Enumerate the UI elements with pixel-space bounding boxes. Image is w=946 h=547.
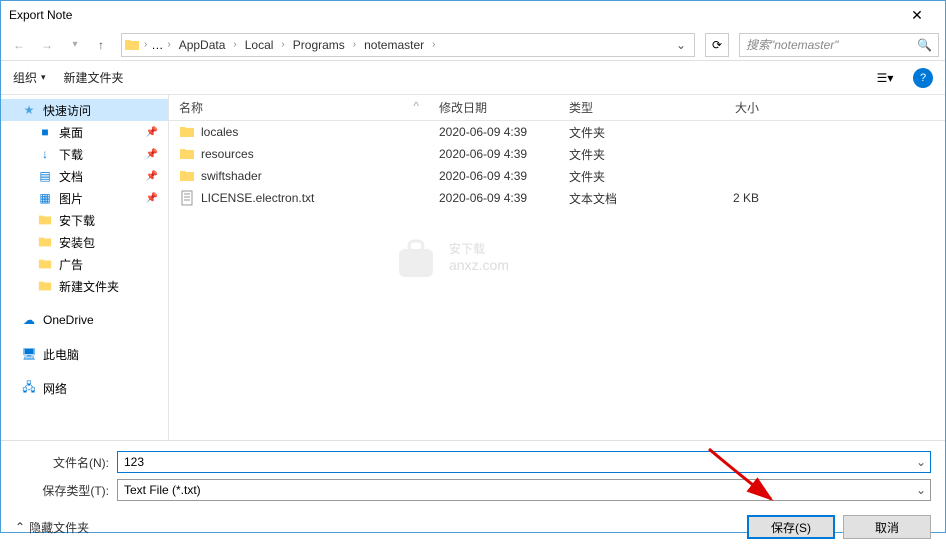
refresh-button[interactable]: ⟳ [705,33,729,57]
file-type: 文本文档 [559,190,669,207]
breadcrumb-ellipsis[interactable]: … [151,38,163,52]
file-name: swiftshader [201,169,262,183]
column-headers: 名称 ^ 修改日期 类型 大小 [169,95,945,121]
filetype-label: 保存类型(T): [15,482,117,499]
help-button[interactable]: ? [913,68,933,88]
folder-icon [124,37,140,53]
sidebar-thispc[interactable]: 🖥此电脑 [1,343,168,365]
column-date[interactable]: 修改日期 [429,99,559,116]
search-input[interactable]: 搜索"notemaster" 🔍 [739,33,939,57]
column-size[interactable]: 大小 [669,99,769,116]
pin-icon: 📌 [146,193,158,204]
sidebar: ★ 快速访问 ■桌面📌 ↓下载📌 ▤文档📌 ▦图片📌 安下载 安装包 广告 新建… [1,95,169,440]
file-type: 文件夹 [559,124,669,141]
network-icon: 🖧 [21,380,37,396]
save-button[interactable]: 保存(S) [747,515,835,539]
folder-icon [179,124,195,140]
chevron-down-icon[interactable]: ⌄ [916,455,926,469]
star-icon: ★ [21,102,37,118]
download-icon: ↓ [37,146,53,162]
breadcrumb-segment[interactable]: AppData [175,38,230,52]
file-row[interactable]: locales 2020-06-09 4:39文件夹 [169,121,945,143]
sidebar-item-pictures[interactable]: ▦图片📌 [1,187,168,209]
breadcrumb-segment[interactable]: notemaster [360,38,428,52]
chevron-right-icon: › [281,39,284,50]
pin-icon: 📌 [146,149,158,160]
document-icon: ▤ [37,168,53,184]
main-area: ★ 快速访问 ■桌面📌 ↓下载📌 ▤文档📌 ▦图片📌 安下载 安装包 广告 新建… [1,95,945,440]
folder-icon [179,168,195,184]
chevron-right-icon: › [167,39,170,50]
sidebar-onedrive[interactable]: ☁OneDrive [1,309,168,331]
up-button[interactable]: ↑ [91,35,111,55]
folder-icon [37,234,53,250]
chevron-right-icon: › [233,39,236,50]
file-name: locales [201,125,238,139]
column-type[interactable]: 类型 [559,99,669,116]
chevron-right-icon: › [353,39,356,50]
window-title: Export Note [9,8,897,22]
file-row[interactable]: resources 2020-06-09 4:39文件夹 [169,143,945,165]
chevron-up-icon: ⌃ [15,520,25,534]
filename-label: 文件名(N): [15,454,117,471]
file-date: 2020-06-09 4:39 [429,147,559,161]
sidebar-item-folder[interactable]: 安下载 [1,209,168,231]
picture-icon: ▦ [37,190,53,206]
search-icon[interactable]: 🔍 [917,38,932,52]
pin-icon: 📌 [146,171,158,182]
file-row[interactable]: LICENSE.electron.txt 2020-06-09 4:39文本文档2… [169,187,945,209]
chevron-down-icon[interactable]: ⌄ [916,483,926,497]
view-options-button[interactable]: ☰▾ [875,68,895,88]
file-date: 2020-06-09 4:39 [429,191,559,205]
chevron-right-icon: › [144,39,147,50]
file-name: resources [201,147,254,161]
cancel-button[interactable]: 取消 [843,515,931,539]
filetype-select[interactable]: Text File (*.txt)⌄ [117,479,931,501]
forward-button[interactable]: → [35,33,59,57]
organize-button[interactable]: 组织 ▾ [13,69,46,86]
cloud-icon: ☁ [21,312,37,328]
toolbar: 组织 ▾ 新建文件夹 ☰▾ ? [1,61,945,95]
chevron-right-icon: › [432,39,435,50]
sidebar-item-downloads[interactable]: ↓下载📌 [1,143,168,165]
file-date: 2020-06-09 4:39 [429,125,559,139]
column-name[interactable]: 名称 ^ [169,99,429,116]
folder-icon [37,278,53,294]
navbar: ← → ▾ ↑ › … › AppData › Local › Programs… [1,29,945,61]
sidebar-item-folder[interactable]: 新建文件夹 [1,275,168,297]
back-button[interactable]: ← [7,33,31,57]
file-name: LICENSE.electron.txt [201,191,314,205]
titlebar: Export Note ✕ [1,1,945,29]
recent-dropdown[interactable]: ▾ [63,33,87,57]
sidebar-item-documents[interactable]: ▤文档📌 [1,165,168,187]
file-row[interactable]: swiftshader 2020-06-09 4:39文件夹 [169,165,945,187]
close-button[interactable]: ✕ [897,7,937,24]
file-icon [179,190,195,206]
breadcrumb-segment[interactable]: Programs [289,38,349,52]
file-size: 2 KB [669,191,769,205]
computer-icon: 🖥 [21,346,37,362]
desktop-icon: ■ [37,124,53,140]
breadcrumb[interactable]: › … › AppData › Local › Programs › notem… [121,33,695,57]
sidebar-item-folder[interactable]: 安装包 [1,231,168,253]
sidebar-item-desktop[interactable]: ■桌面📌 [1,121,168,143]
pin-icon: 📌 [146,127,158,138]
breadcrumb-dropdown[interactable]: ⌄ [670,38,692,52]
file-type: 文件夹 [559,168,669,185]
filename-input[interactable]: 123⌄ [117,451,931,473]
footer: 文件名(N): 123⌄ 保存类型(T): Text File (*.txt)⌄… [1,440,945,547]
new-folder-button[interactable]: 新建文件夹 [64,69,124,86]
sidebar-network[interactable]: 🖧网络 [1,377,168,399]
search-placeholder: 搜索"notemaster" [746,36,917,53]
file-date: 2020-06-09 4:39 [429,169,559,183]
folder-icon [37,212,53,228]
folder-icon [37,256,53,272]
file-list: 名称 ^ 修改日期 类型 大小 locales2020-06-09 4:39文件… [169,95,945,440]
sidebar-quick-access[interactable]: ★ 快速访问 [1,99,168,121]
breadcrumb-segment[interactable]: Local [241,38,278,52]
folder-icon [179,146,195,162]
file-type: 文件夹 [559,146,669,163]
sidebar-item-folder[interactable]: 广告 [1,253,168,275]
